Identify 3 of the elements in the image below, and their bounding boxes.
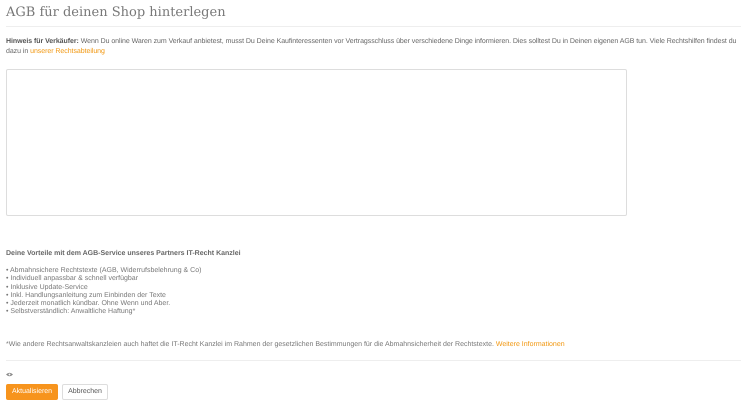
page-title: AGB für deinen Shop hinterlegen: [6, 4, 227, 22]
eye-icon[interactable]: [6, 372, 13, 377]
agb-input-field[interactable]: [6, 69, 627, 216]
